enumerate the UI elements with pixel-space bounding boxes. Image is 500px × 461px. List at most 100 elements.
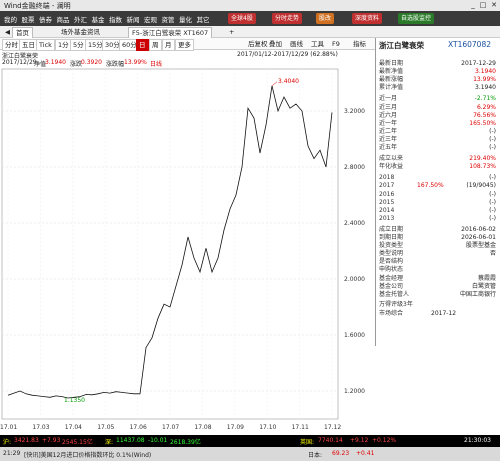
row-label: 累计净值 xyxy=(379,84,404,92)
quick-link-button[interactable]: 自选股监控 xyxy=(398,13,435,24)
min-value-label: 1.1350 xyxy=(64,397,85,404)
menu-item[interactable]: 指数 xyxy=(109,14,122,24)
row-value: 219.40% xyxy=(469,155,496,163)
uk-change: +9.12 xyxy=(350,437,369,444)
row-value: 中国工商银行 xyxy=(459,290,496,298)
row-value: -2.71% xyxy=(474,95,496,103)
y-tick-label: 2.0000 xyxy=(344,276,365,283)
period-button[interactable]: Tick xyxy=(36,39,55,51)
title-bar: Wind金融终端 - 澜明 _ □ ✕ xyxy=(0,0,500,11)
detail-row: 基金公司 白鹭资管 xyxy=(379,283,499,291)
chart-tool-button[interactable]: 指标 xyxy=(351,39,368,49)
yearly-row: 2014 (-) xyxy=(379,207,499,215)
year: 2015 xyxy=(379,198,395,206)
row-value: 3.1940 xyxy=(475,68,496,76)
menu-item[interactable]: 我的 xyxy=(4,14,17,24)
row-value: 3.1940 xyxy=(475,84,496,92)
x-tick-label: 17.07 xyxy=(162,424,179,431)
row-value: 否 xyxy=(489,250,496,258)
sh-index: 3421.83 xyxy=(14,437,39,444)
market-row: 市场综合 2017-12 xyxy=(379,310,499,318)
period-button[interactable]: 日 xyxy=(136,39,149,51)
row-label: 最新涨幅 xyxy=(379,76,404,84)
quick-link-button[interactable]: 深度资料 xyxy=(352,13,383,24)
nav-line-chart[interactable]: 1.2000 1.6000 2.0000 2.4000 2.8000 3.2000 17.0… xyxy=(0,67,375,435)
sh-change: +7.93 xyxy=(42,437,61,444)
fund-code: XT1607082 xyxy=(448,40,491,49)
row-value: (-) xyxy=(489,144,496,151)
menu-item[interactable]: 股票 xyxy=(22,14,35,24)
x-tick-label: 17.06 xyxy=(130,424,147,431)
year-rank: (-) xyxy=(489,174,496,182)
menu-item[interactable]: 外汇 xyxy=(74,14,87,24)
sz-index: 11437.08 xyxy=(116,437,145,444)
jp-label: 日本: xyxy=(308,452,323,459)
maximize-button[interactable]: □ xyxy=(478,1,488,10)
row-label: 基金公司 xyxy=(379,282,404,290)
menu-item[interactable]: 基金 xyxy=(92,14,105,24)
chart-tool-button[interactable]: 画线 xyxy=(288,39,305,49)
sz-amount: 2618.39亿 xyxy=(170,439,201,446)
quick-link-button[interactable]: 全球4股 xyxy=(228,13,256,24)
chart-tool-button[interactable]: 后复权 xyxy=(246,39,270,49)
perf-row: 近一年 165.50% xyxy=(379,120,499,128)
market-value[interactable]: 2017-12 xyxy=(431,310,456,318)
year: 2018 xyxy=(379,174,395,182)
minimize-button[interactable]: _ xyxy=(468,1,478,10)
year: 2016 xyxy=(379,190,395,198)
yearly-row: 2013 (-) xyxy=(379,215,499,223)
row-label: 年化收益 xyxy=(379,163,404,171)
period-button[interactable]: 月 xyxy=(162,39,175,51)
perf-row: 最新日期 2017-12-29 xyxy=(379,60,499,68)
yearly-row: 2018 (-) xyxy=(379,174,499,182)
tab-otc-fund-news[interactable]: 场外基金资讯 xyxy=(58,27,103,37)
tab-current-fund[interactable]: F5-浙江白鹭衰荣 XT1607 xyxy=(128,27,213,38)
menu-item[interactable]: 其它 xyxy=(197,14,210,24)
detail-row: 基金托管人 中国工商银行 xyxy=(379,291,499,299)
quick-link-button[interactable]: 股改 xyxy=(316,13,335,24)
x-tick-label: 17.05 xyxy=(97,424,114,431)
menu-item[interactable]: 宏观 xyxy=(144,14,157,24)
nav-value: 3.1940 xyxy=(45,59,66,66)
menu-item[interactable]: 商品 xyxy=(57,14,70,24)
fund-info-panel: 浙江白鹭衰荣 XT1607082 最新日期 2017-12-29 最新净值 3.194… xyxy=(375,38,500,346)
menu-item[interactable]: 量化 xyxy=(179,14,192,24)
x-tick-label: 17.10 xyxy=(259,424,276,431)
x-tick-label: 17.01 xyxy=(0,424,17,431)
row-label: 最新日期 xyxy=(379,60,404,67)
period-button[interactable]: 周 xyxy=(149,39,162,51)
new-tab-button[interactable]: + xyxy=(226,27,237,37)
year-return: 167.50% xyxy=(417,182,444,190)
period-button[interactable]: 更多 xyxy=(175,39,194,51)
row-value: 白鹭资管 xyxy=(471,282,496,290)
quick-link-button[interactable]: 分时走势 xyxy=(272,13,303,24)
jp-index: 69.23 xyxy=(332,450,350,457)
chart-tool-button[interactable]: F9 xyxy=(330,39,342,49)
menu-item[interactable]: 新闻 xyxy=(127,14,140,24)
year: 2013 xyxy=(379,214,395,222)
x-tick-label: 17.11 xyxy=(292,424,309,431)
max-value-label: 3.4040 xyxy=(278,78,299,85)
news-headline[interactable]: [快讯]美国12月进口价格指数环比 0.1%(Wind) xyxy=(24,450,151,459)
perf-row: 近六月 76.56% xyxy=(379,112,499,120)
row-value: 蔡霞霞 xyxy=(477,274,496,282)
year: 2014 xyxy=(379,206,395,214)
market-status-bar: 沪: 3421.83 +7.93 2545.15亿 深: 11437.08 -1… xyxy=(0,435,500,447)
perf-row: 近三月 6.29% xyxy=(379,104,499,112)
close-button[interactable]: ✕ xyxy=(489,1,499,10)
pct-value: 13.99% xyxy=(124,59,147,66)
row-label: 成立日期 xyxy=(379,225,404,233)
chart-tool-button[interactable]: 工具 xyxy=(309,39,326,49)
chart-tool-button[interactable]: 叠加 xyxy=(267,39,284,49)
uk-index: 7740.14 xyxy=(318,437,343,444)
news-ticker[interactable]: 21:29 [快讯]美国12月进口价格指数环比 0.1%(Wind) 日本: 6… xyxy=(0,447,500,461)
menu-item[interactable]: 债券 xyxy=(39,14,52,24)
row-label: 近三年 xyxy=(379,135,398,143)
tab-bar: ◀ 首页 场外基金资讯 F5-浙江白鹭衰荣 XT1607 + xyxy=(0,26,500,39)
year-rank: (19/9045) xyxy=(466,182,496,190)
year-rank: (-) xyxy=(489,198,496,206)
y-tick-label: 1.6000 xyxy=(344,332,365,339)
y-tick-label: 2.4000 xyxy=(344,220,365,227)
menu-item[interactable]: 资管 xyxy=(162,14,175,24)
row-label: 最新净值 xyxy=(379,68,404,76)
